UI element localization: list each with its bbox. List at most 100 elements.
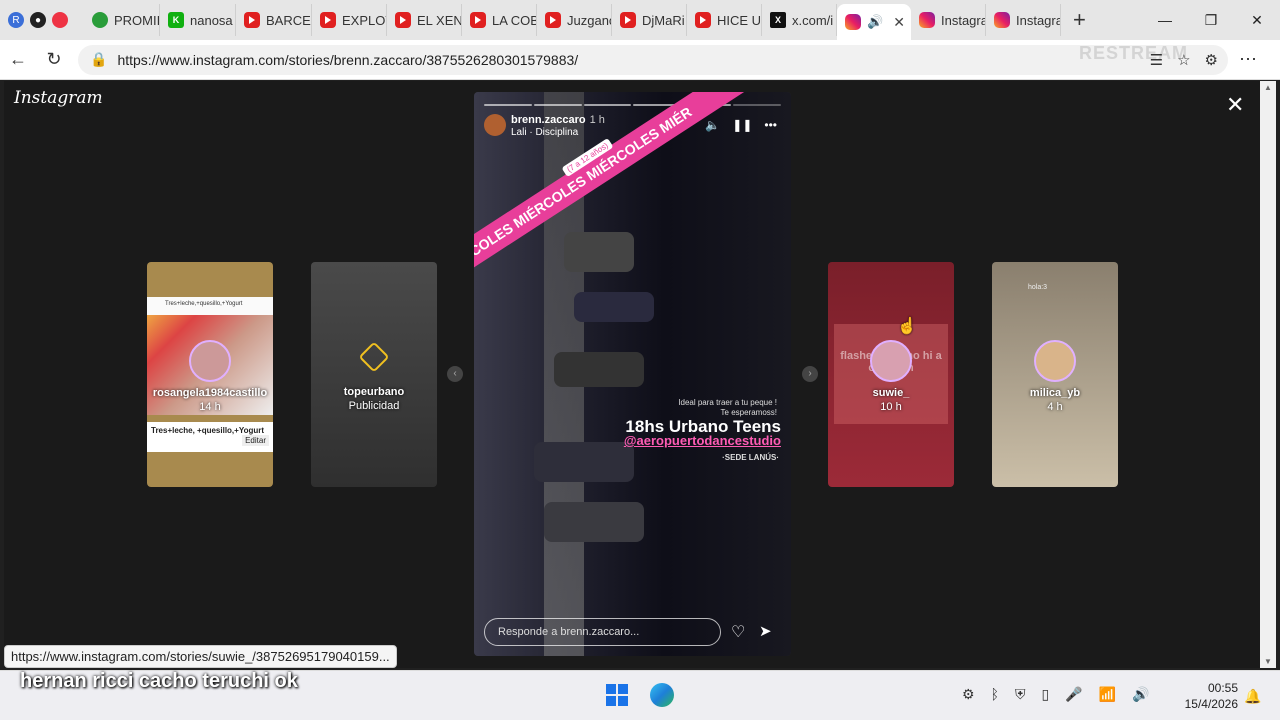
story-music[interactable]: Lali · Disciplina (511, 127, 578, 138)
story-time: 14 h (199, 401, 221, 413)
address-row: ← ↻ 🔒 https://www.instagram.com/stories/… (0, 40, 1280, 80)
tab-label: nanosa (190, 12, 233, 28)
more-menu-icon[interactable]: ⋯ (1228, 49, 1268, 70)
favorite-star-icon[interactable]: ☆ (1177, 51, 1190, 69)
notification-bell-icon[interactable]: 🔔 (1244, 688, 1261, 705)
story-card-rosangela[interactable]: Tres+leche,+quesillo,+Yogurt rosangela19… (147, 262, 273, 487)
volume-tray-icon[interactable]: 🔊 (1132, 686, 1149, 703)
tab-13[interactable]: Instagra (986, 4, 1061, 36)
dancer-figure (534, 442, 634, 482)
record-icon[interactable]: ● (30, 12, 46, 28)
tab-label: Instagra (941, 12, 986, 28)
next-story-icon[interactable]: › (802, 366, 818, 382)
close-tab-icon[interactable]: ✕ (893, 14, 905, 31)
dancer-figure (574, 292, 654, 322)
battery-icon[interactable]: ▯ (1041, 686, 1049, 703)
settings-tray-icon[interactable]: ⚙ (962, 686, 975, 703)
progress-segment (484, 104, 532, 106)
story-text-line: Ideal para traer a tu peque ! (678, 398, 777, 407)
reader-icon[interactable]: ☰ (1150, 51, 1163, 69)
story-preview-title: Tres+leche,+quesillo,+Yogurt (165, 301, 243, 307)
profile-icon[interactable]: R (8, 12, 24, 28)
story-text-line: Te esperamoss! (720, 408, 777, 417)
scroll-up-icon[interactable]: ▲ (1264, 83, 1272, 92)
story-username: milica_yb (1029, 387, 1081, 399)
pause-icon[interactable]: ❚❚ (732, 118, 752, 132)
tab-label: Instagra (1016, 12, 1061, 28)
tab-9[interactable]: HICE UN (687, 4, 762, 36)
more-options-icon[interactable]: ••• (764, 118, 777, 132)
tab-label: LA COB (492, 12, 537, 28)
tab-10[interactable]: Xx.com/i (762, 4, 837, 36)
tab-1[interactable]: PROMII (84, 4, 160, 36)
defender-icon[interactable]: ⛨ (1015, 686, 1026, 703)
mouse-cursor-icon: ☝ (897, 318, 917, 335)
tab-3[interactable]: BARCEL (236, 4, 312, 36)
tab-8[interactable]: DjMaRi (612, 4, 687, 36)
tab-12[interactable]: Instagra (911, 4, 986, 36)
story-card-suwie[interactable]: flashe spa y no hi a chan um suwie_ 10 h (828, 262, 954, 487)
story-caption: Tres+leche, +quesillo,+Yogurt Editar (147, 422, 273, 452)
tab-label: EXPLOT (342, 12, 386, 28)
story-location: ·SEDE LANÚS· (722, 453, 779, 462)
win-pane (606, 696, 616, 706)
youtube-icon (470, 12, 486, 28)
story-time: 10 h (880, 401, 902, 413)
volume-icon[interactable]: 🔈 (705, 118, 720, 132)
tab-2[interactable]: Knanosa (160, 4, 236, 36)
story-mention[interactable]: @aeropuertodancestudio (624, 433, 781, 448)
tab-label: Juzganc (567, 12, 612, 28)
instagram-logo[interactable]: Instagram (14, 88, 103, 108)
story-card-topeurbano[interactable]: topeurbano Publicidad (311, 262, 437, 487)
win-pane (606, 684, 616, 694)
tab-4[interactable]: EXPLOT (312, 4, 387, 36)
new-tab-button[interactable]: + (1061, 7, 1098, 33)
status-url: https://www.instagram.com/stories/suwie_… (4, 645, 397, 668)
tab-6[interactable]: LA COB (462, 4, 537, 36)
restore-icon[interactable]: ❐ (1188, 12, 1234, 29)
story-caption-text: Tres+leche, +quesillo,+Yogurt (151, 426, 265, 435)
edge-browser-icon[interactable] (650, 683, 674, 707)
youtube-icon (695, 12, 711, 28)
scroll-down-icon[interactable]: ▼ (1264, 657, 1272, 666)
send-icon[interactable]: ➤ (759, 622, 772, 640)
minimize-icon[interactable]: — (1142, 12, 1188, 29)
scrollbar[interactable]: ▲ ▼ (1260, 81, 1276, 668)
windows-start-icon[interactable] (606, 684, 628, 706)
win-pane (618, 696, 628, 706)
speaker-icon[interactable]: 🔊 (867, 14, 883, 30)
tab-label: EL XEN (417, 12, 462, 28)
tab-label: BARCEL (266, 12, 311, 28)
tab-5[interactable]: EL XEN (387, 4, 462, 36)
edit-label: Editar (242, 435, 269, 446)
close-stories-icon[interactable]: ✕ (1226, 92, 1244, 118)
dancer-figure (554, 352, 644, 387)
url-text: https://www.instagram.com/stories/brenn.… (117, 51, 579, 68)
refresh-icon[interactable]: ↻ (36, 49, 72, 70)
story-user-avatar[interactable] (484, 114, 506, 136)
microphone-icon[interactable]: 🎤 (1065, 686, 1082, 703)
ad-warning-icon (358, 341, 390, 373)
system-clock[interactable]: 00:55 15/4/2026 (1178, 680, 1238, 712)
reply-input[interactable]: Responde a brenn.zaccaro... (484, 618, 721, 646)
story-username[interactable]: brenn.zaccaro (511, 114, 586, 126)
story-card-milica[interactable]: hola:3 milica_yb 4 h (992, 262, 1118, 487)
address-bar[interactable]: 🔒 https://www.instagram.com/stories/bren… (78, 43, 1228, 75)
lock-icon[interactable]: 🔒 (90, 51, 107, 68)
extensions-icon[interactable]: ⚙ (1205, 51, 1218, 69)
dancer-figure (544, 502, 644, 542)
back-icon[interactable]: ← (0, 49, 36, 70)
youtube-icon (545, 12, 561, 28)
close-window-icon[interactable]: ✕ (1234, 12, 1280, 29)
avatar (189, 340, 231, 382)
wifi-icon[interactable]: 📶 (1099, 686, 1116, 703)
tab-7[interactable]: Juzganc (537, 4, 612, 36)
clock-date: 15/4/2026 (1184, 697, 1238, 711)
story-controls: 🔈 ❚❚ ••• (705, 118, 777, 132)
dot-icon[interactable] (52, 12, 68, 28)
tab-active-instagram[interactable]: 🔊 ✕ (837, 4, 911, 40)
heart-icon[interactable]: ♡ (731, 622, 745, 642)
previous-story-icon[interactable]: ‹ (447, 366, 463, 382)
bluetooth-icon[interactable]: ᛒ (991, 686, 999, 703)
main-story[interactable]: brenn.zaccaro 1 h Lali · Disciplina 🔈 ❚❚ … (474, 92, 791, 656)
